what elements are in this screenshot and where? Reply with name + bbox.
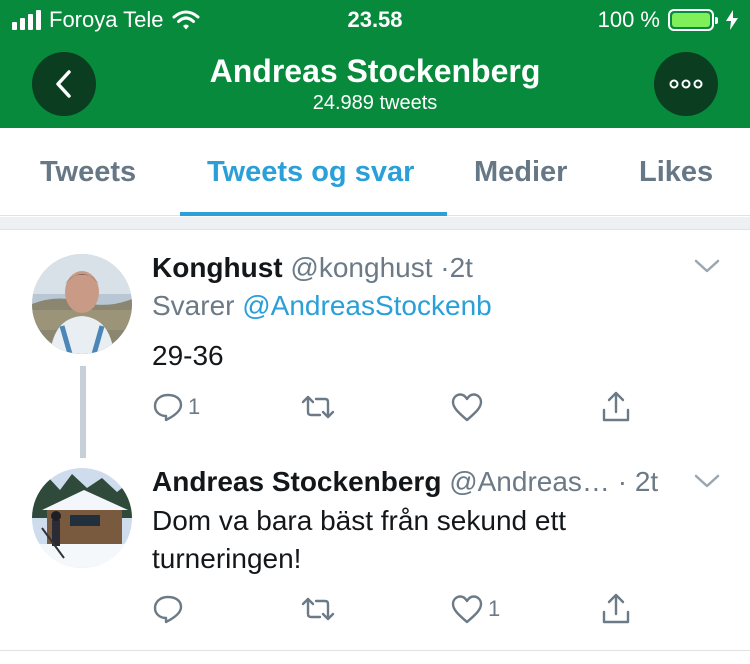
chevron-down-icon[interactable] <box>694 258 720 274</box>
like-button[interactable] <box>450 392 488 422</box>
retweet-icon <box>301 395 335 419</box>
share-button[interactable] <box>600 390 632 424</box>
reply-context: Svarer @AndreasStockenb <box>152 290 492 322</box>
tweet-time: 2t <box>634 466 659 497</box>
reply-mention-link[interactable]: @AndreasStockenb <box>242 290 491 321</box>
reply-icon <box>153 393 183 422</box>
divider <box>0 229 750 230</box>
tab-media[interactable]: Medier <box>474 156 567 189</box>
separator-dot: · <box>440 252 450 283</box>
profile-tabs: Tweets Tweets og svar Medier Likes <box>0 128 750 216</box>
reply-prefix: Svarer <box>152 290 235 321</box>
tab-tweets[interactable]: Tweets <box>40 156 136 189</box>
profile-name: Andreas Stockenberg <box>209 53 541 89</box>
like-button[interactable]: 1 <box>450 594 500 624</box>
tweet-text: Dom va bara bäst från sekund ett turneri… <box>152 502 712 578</box>
retweet-button[interactable] <box>300 394 340 420</box>
tab-likes[interactable]: Likes <box>639 156 713 189</box>
tweet-text-line: turneringen! <box>152 543 302 574</box>
share-icon <box>602 593 630 624</box>
charging-icon <box>726 10 738 30</box>
chevron-left-icon <box>56 70 71 98</box>
profile-title: Andreas Stockenberg 24.989 tweets <box>150 52 600 116</box>
divider <box>0 650 750 651</box>
tweet-header: Konghust @konghust ·2t <box>152 252 473 284</box>
back-button[interactable] <box>32 52 96 116</box>
like-count: 1 <box>488 596 501 621</box>
tweet-time: 2t <box>449 252 473 283</box>
author-name[interactable]: Andreas Stockenberg <box>152 466 441 497</box>
profile-header: Foroya Tele 23.58 100 % Andreas Stockenb… <box>0 0 750 128</box>
active-tab-indicator <box>180 212 447 216</box>
section-gap <box>0 217 750 229</box>
battery-percent: 100 % <box>597 7 660 32</box>
reply-count: 1 <box>188 394 201 419</box>
avatar-konghust[interactable] <box>32 254 132 354</box>
reply-button[interactable]: 1 <box>152 392 200 422</box>
author-handle: @konghust <box>290 252 433 283</box>
more-button[interactable] <box>654 52 718 116</box>
retweet-button[interactable] <box>300 596 340 622</box>
reply-button[interactable] <box>152 594 188 624</box>
status-bar: Foroya Tele 23.58 100 % <box>0 0 750 40</box>
battery-icon <box>668 9 718 31</box>
tab-tweets-and-replies[interactable]: Tweets og svar <box>207 156 414 189</box>
author-name[interactable]: Konghust <box>152 252 283 283</box>
share-icon <box>602 391 630 422</box>
heart-icon <box>451 595 483 624</box>
heart-icon <box>451 393 483 422</box>
separator-dot: · <box>617 466 628 497</box>
avatar-andreas-stockenberg[interactable] <box>32 468 132 568</box>
tweet-header: Andreas Stockenberg @Andreas… · 2t <box>152 466 658 498</box>
retweet-icon <box>301 597 335 621</box>
thread-connector <box>80 366 86 458</box>
tweet-count: 24.989 tweets <box>312 92 438 114</box>
tweet-text-line: Dom va bara bäst från sekund ett <box>152 505 566 536</box>
more-horizontal-icon <box>669 79 703 89</box>
share-button[interactable] <box>600 592 632 626</box>
reply-icon <box>153 595 183 624</box>
tweet-text: 29-36 <box>152 340 224 371</box>
author-handle: @Andreas… <box>449 466 610 497</box>
chevron-down-icon[interactable] <box>694 473 720 489</box>
